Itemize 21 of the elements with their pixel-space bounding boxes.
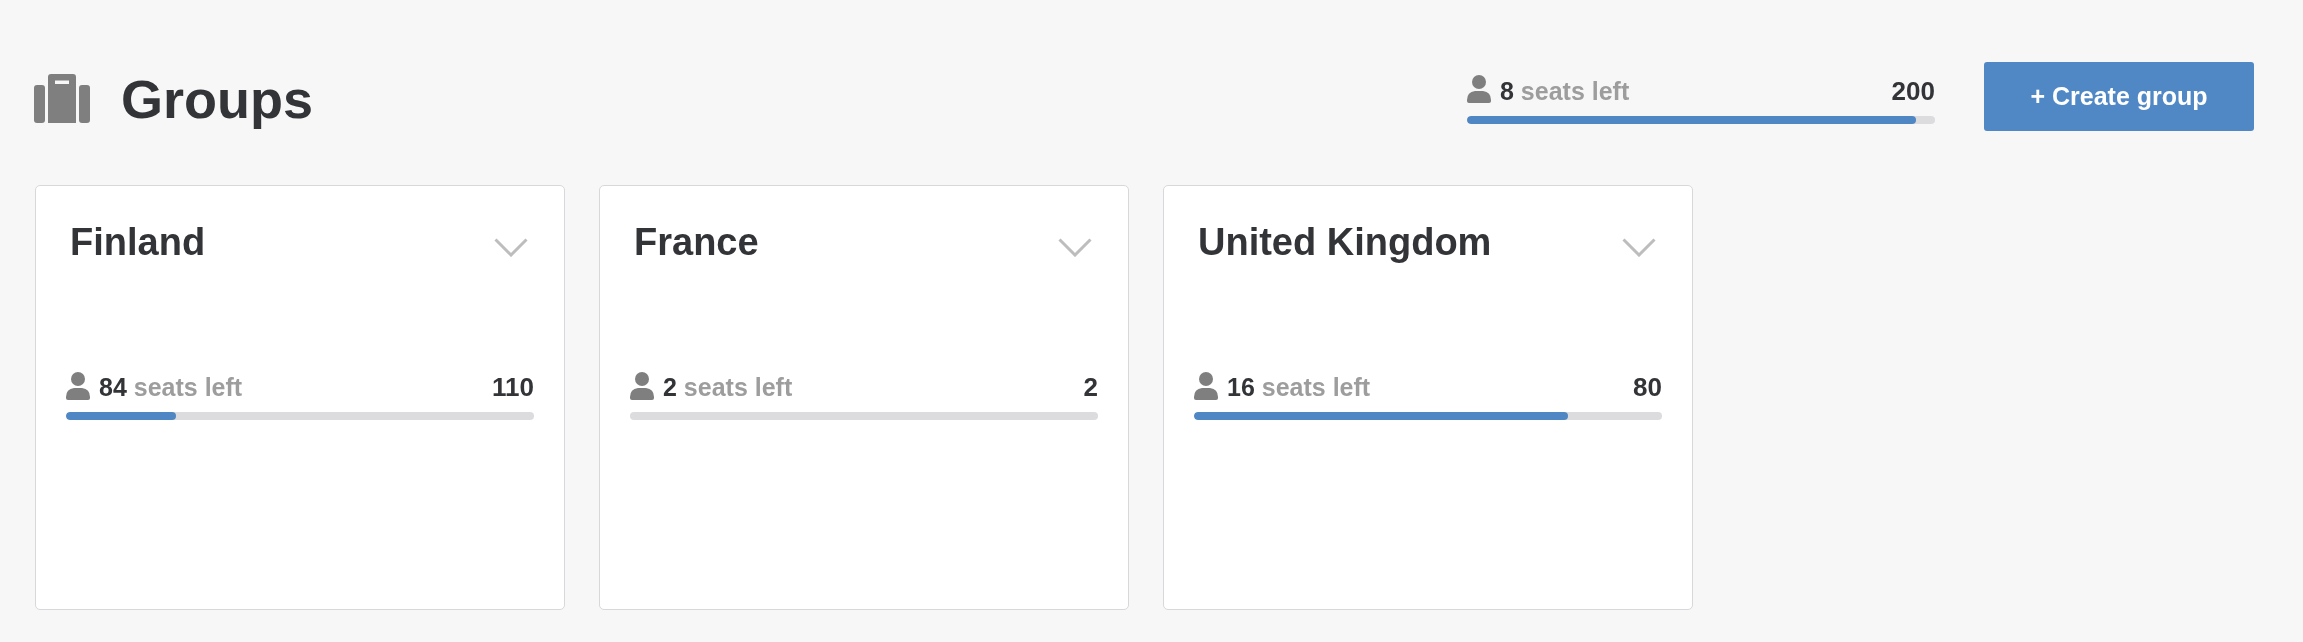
seats-total: 110 [492,372,534,402]
seats-left-text: 2 seats left [663,372,793,402]
create-group-button[interactable]: + Create group [1984,62,2254,131]
chevron-icon[interactable] [1058,238,1092,257]
group-name: France [634,221,759,264]
person-icon [1194,371,1218,400]
seats-left-text: 84 seats left [99,372,243,402]
seats-total: 2 [1083,372,1098,402]
seats-total: 80 [1633,372,1662,402]
person-icon [630,371,654,400]
suitcase-icon [34,74,90,123]
seats-left-text: 16 seats left [1227,372,1371,402]
group-name: Finland [70,221,206,264]
seats-total: 200 [1891,75,1935,106]
chevron-icon[interactable] [1622,238,1656,257]
seats-left-text: 8 seats left [1500,75,1630,106]
group-name: United Kingdom [1198,221,1492,264]
chevron-icon[interactable] [494,238,528,257]
page-title: Groups [121,67,313,130]
person-icon [66,371,90,400]
person-icon [1467,75,1491,103]
